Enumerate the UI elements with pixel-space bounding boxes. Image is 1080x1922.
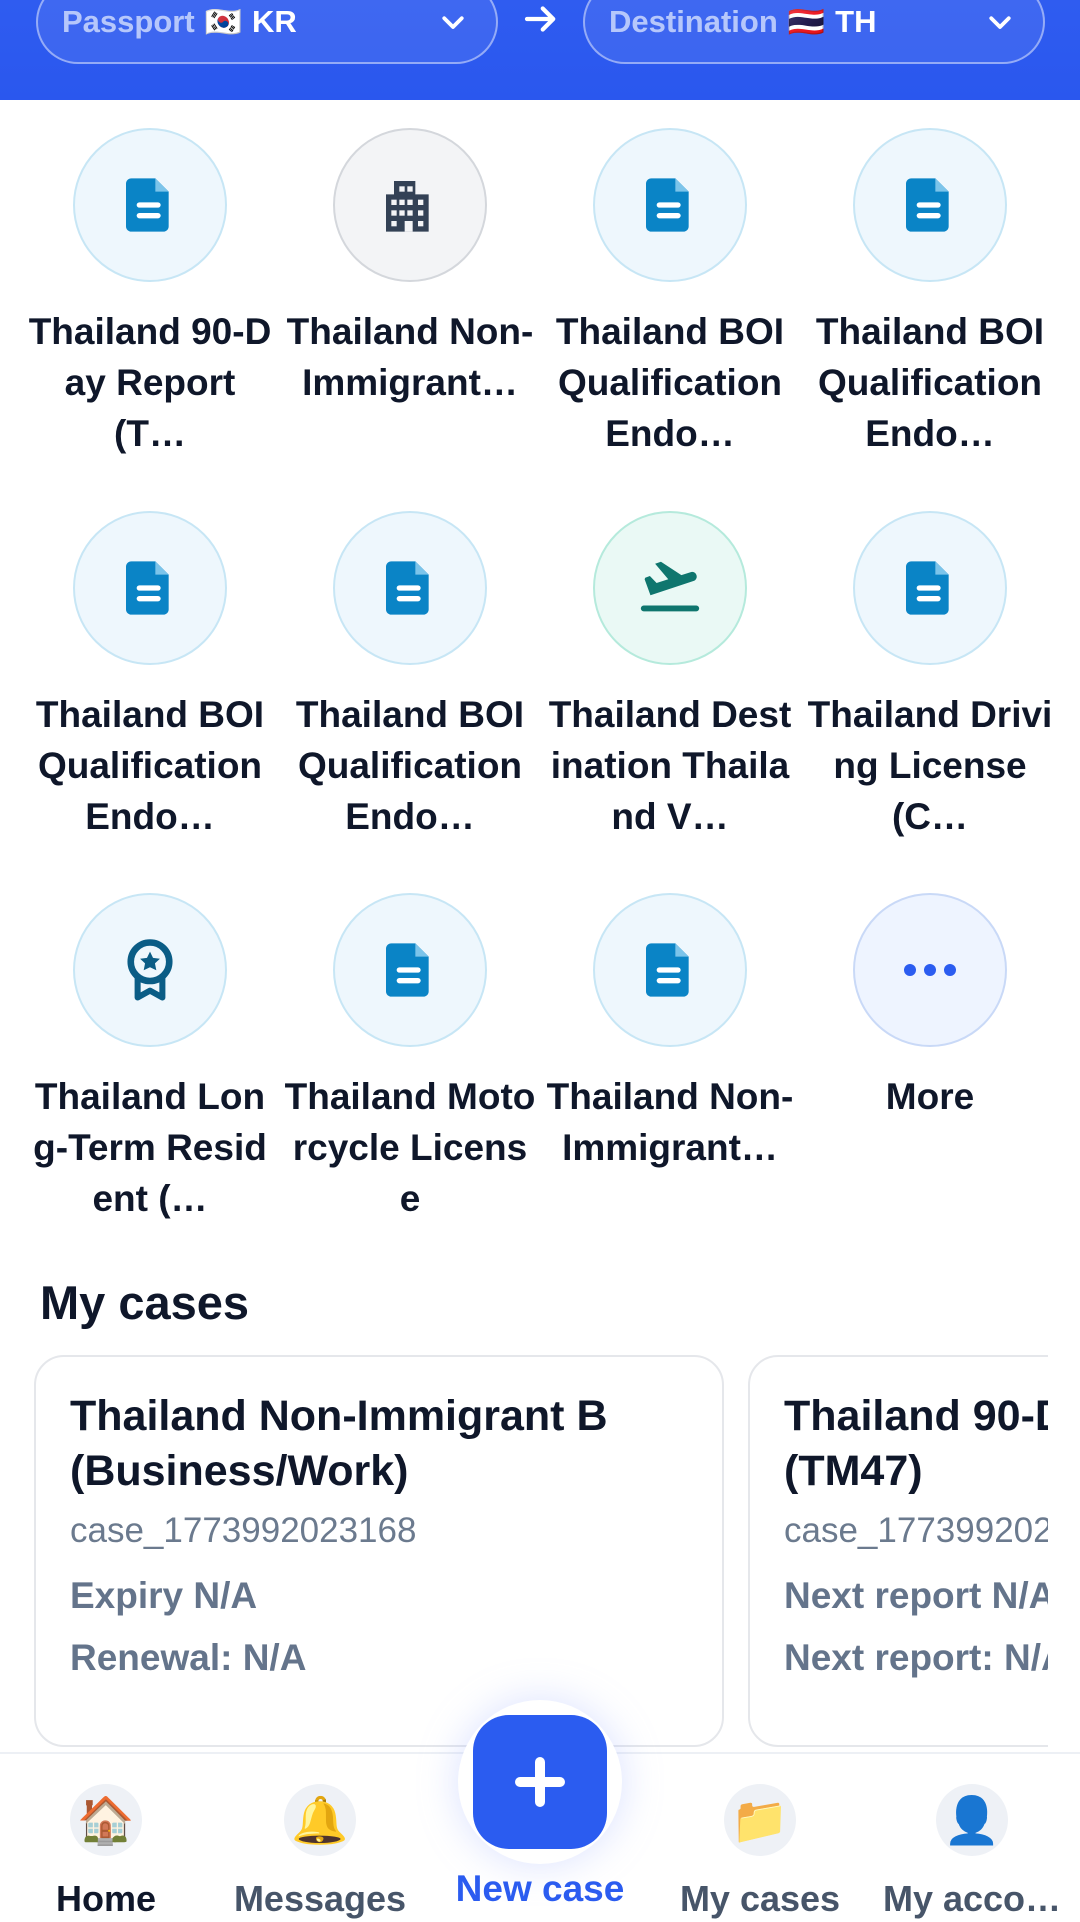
service-tile[interactable]: Thailand Non-Immigrant… (280, 128, 540, 459)
service-icon-circle (333, 511, 487, 665)
service-tile[interactable]: Thailand BOI Qualification Endo… (20, 511, 280, 842)
plus-icon (515, 1757, 565, 1807)
service-icon-circle (73, 511, 227, 665)
service-icon-circle (853, 511, 1007, 665)
document-icon (906, 561, 949, 615)
service-label: Thailand Driving License (C… (807, 694, 1053, 837)
plane-landing-icon (640, 561, 700, 612)
badge-icon (127, 939, 173, 1001)
nav-my-account[interactable]: 👤 My acco… (872, 1754, 1072, 1920)
nav-messages-label: Messages (233, 1878, 407, 1919)
destination-label: Destination (609, 4, 778, 39)
case-title: Thailand Non-Immigrant B (Business/Work) (70, 1392, 608, 1495)
service-tile[interactable]: Thailand Motorcycle License (280, 893, 540, 1224)
destination-selector[interactable]: Destination 🇹🇭 TH (583, 0, 1045, 64)
service-icon-circle (593, 128, 747, 282)
document-icon (386, 943, 429, 997)
service-label: Thailand Non-Immigrant… (286, 311, 534, 403)
nav-my-cases[interactable]: 📁 My cases (660, 1754, 860, 1920)
service-tile[interactable]: Thailand Long-Term Resident (… (20, 893, 280, 1224)
service-label: Thailand BOI Qualification Endo… (815, 311, 1045, 454)
case-next-report: Next report N/A (784, 1575, 1048, 1616)
person-icon: 👤 (936, 1784, 1008, 1856)
document-icon (126, 178, 169, 232)
new-case-label[interactable]: New case (440, 1868, 640, 1910)
folder-icon: 📁 (724, 1784, 796, 1856)
document-icon (126, 561, 169, 615)
service-tile[interactable]: Thailand BOI Qualification Endo… (800, 128, 1060, 459)
chevron-down-icon (989, 16, 1011, 29)
nav-my-cases-label: My cases (679, 1878, 841, 1919)
document-icon (646, 178, 689, 232)
case-renewal: Renewal: N/A (70, 1637, 307, 1678)
nav-messages[interactable]: 🔔 Messages (220, 1754, 420, 1920)
document-icon (386, 561, 429, 615)
route-header: Passport 🇰🇷 KR Destination 🇹🇭 TH (0, 0, 1080, 100)
service-label: Thailand 90-Day Report (T… (28, 311, 272, 454)
building-icon (386, 181, 429, 232)
service-label: More (885, 1076, 975, 1117)
destination-flag: 🇹🇭 (787, 5, 826, 39)
service-icon-circle (73, 893, 227, 1047)
service-label: Thailand Long-Term Resident (… (33, 1076, 267, 1219)
passport-flag: 🇰🇷 (204, 5, 243, 39)
new-case-button[interactable] (458, 1700, 622, 1864)
service-icon-circle (333, 893, 487, 1047)
case-next-report-2: Next report: N/A (784, 1637, 1048, 1678)
more-services-button[interactable]: More (800, 893, 1060, 1224)
service-label: Thailand BOI Qualification Endo… (295, 694, 525, 837)
nav-home[interactable]: 🏠 Home (6, 1754, 206, 1920)
destination-code: TH (835, 4, 877, 39)
service-icon-circle (333, 128, 487, 282)
document-icon (646, 943, 689, 997)
case-id: case_1773992023168 (784, 1511, 1048, 1550)
passport-selector[interactable]: Passport 🇰🇷 KR (36, 0, 498, 64)
new-case-fab (473, 1715, 607, 1849)
service-label: Thailand BOI Qualification Endo… (555, 311, 785, 454)
service-tile[interactable]: Thailand 90-Day Report (T… (20, 128, 280, 459)
more-icon (904, 964, 956, 976)
service-icon-circle (853, 893, 1007, 1047)
service-tile[interactable]: Thailand Destination Thailand V… (540, 511, 800, 842)
service-tile[interactable]: Thailand BOI Qualification Endo… (540, 128, 800, 459)
passport-label: Passport (62, 4, 195, 39)
bell-icon: 🔔 (284, 1784, 356, 1856)
service-tile[interactable]: Thailand Non-Immigrant… (540, 893, 800, 1224)
case-id: case_1773992023168 (70, 1511, 417, 1550)
service-tile[interactable]: Thailand Driving License (C… (800, 511, 1060, 842)
service-label: Thailand Motorcycle License (284, 1076, 536, 1219)
service-label: Thailand Non-Immigrant… (546, 1076, 794, 1168)
house-icon: 🏠 (70, 1784, 142, 1856)
case-card[interactable]: Thailand Non-Immigrant B (Business/Work)… (34, 1355, 724, 1747)
service-label: Thailand BOI Qualification Endo… (35, 694, 265, 837)
document-icon (906, 178, 949, 232)
service-label: Thailand Destination Thailand V… (548, 694, 792, 837)
chevron-down-icon (442, 16, 464, 29)
case-title: Thailand 90-Day Report (TM47) (784, 1392, 1048, 1495)
my-cases-heading: My cases (40, 1276, 250, 1329)
service-icon-circle (593, 893, 747, 1047)
cases-carousel[interactable]: Thailand Non-Immigrant B (Business/Work)… (0, 1355, 1048, 1750)
passport-code: KR (252, 4, 297, 39)
service-icon-circle (73, 128, 227, 282)
nav-home-label: Home (55, 1878, 157, 1919)
nav-my-account-label: My acco… (882, 1878, 1062, 1919)
case-expiry: Expiry N/A (70, 1575, 258, 1616)
service-icon-circle (853, 128, 1007, 282)
service-icon-circle (593, 511, 747, 665)
service-tile[interactable]: Thailand BOI Qualification Endo… (280, 511, 540, 842)
arrow-right-icon (524, 6, 556, 32)
case-card[interactable]: Thailand 90-Day Report (TM47) case_17739… (748, 1355, 1048, 1747)
